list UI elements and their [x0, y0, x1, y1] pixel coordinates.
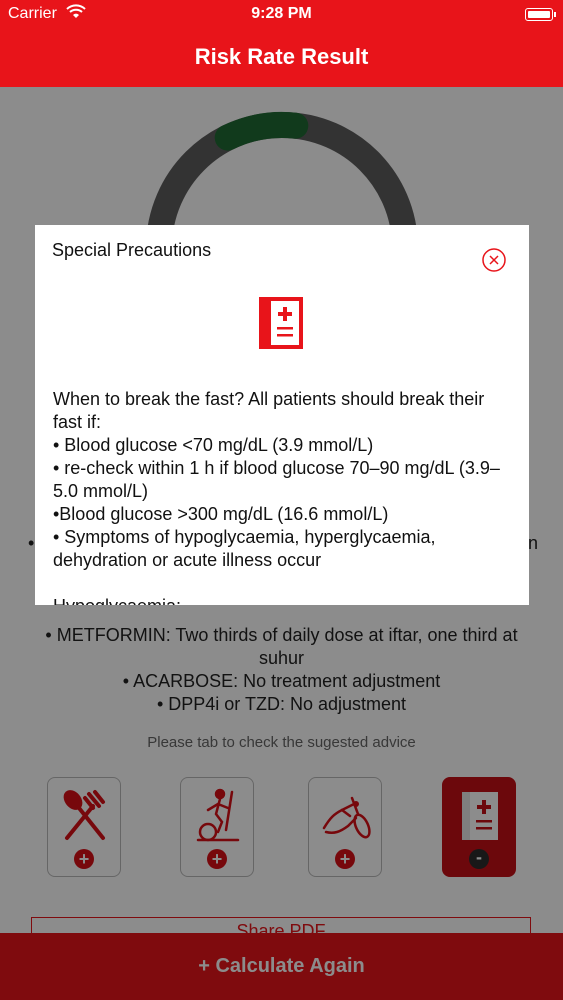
special-precautions-modal: Special Precautions When to break the fa…	[35, 225, 529, 605]
modal-line: •Blood glucose >300 mg/dL (16.6 mmol/L)	[53, 504, 389, 524]
modal-section-heading: Hypoglycaemia:	[53, 596, 181, 605]
close-icon[interactable]	[481, 247, 507, 273]
page-title: Risk Rate Result	[194, 44, 369, 69]
nav-bar: Risk Rate Result	[0, 30, 563, 87]
modal-line: • Symptoms of hypoglycaemia, hyperglycae…	[53, 527, 436, 570]
medical-document-icon	[259, 297, 303, 349]
modal-title: Special Precautions	[52, 240, 212, 260]
clock: 9:28 PM	[251, 5, 312, 22]
status-bar: Carrier 9:28 PM	[0, 0, 563, 30]
modal-line: When to break the fast? All patients sho…	[53, 389, 485, 432]
modal-body: When to break the fast? All patients sho…	[53, 388, 513, 572]
battery-icon	[525, 8, 556, 21]
modal-line: • re-check within 1 h if blood glucose 7…	[53, 458, 500, 501]
modal-line: • Blood glucose <70 mg/dL (3.9 mmol/L)	[53, 435, 374, 455]
